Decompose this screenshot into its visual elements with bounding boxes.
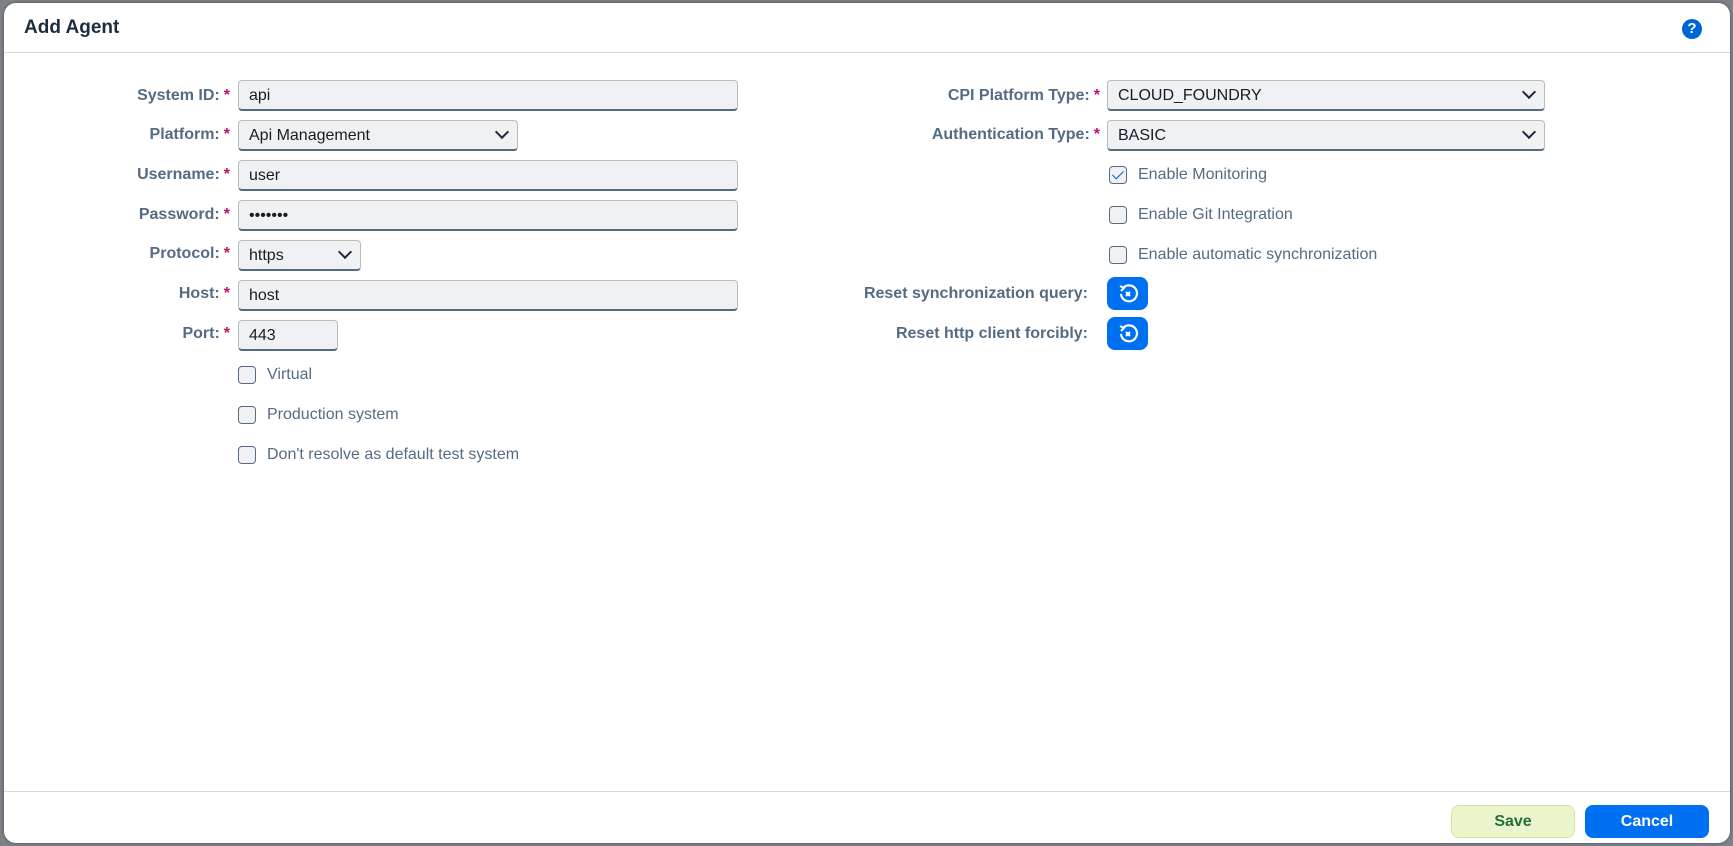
checkbox-icon [238,366,256,384]
port-label: Port: * [182,325,230,342]
checkbox-icon [1109,206,1127,224]
username-input[interactable]: user [238,160,738,191]
reset-http-client-label: Reset http client forcibly: [895,325,1088,342]
username-label: Username: * [137,166,230,183]
chevron-down-icon [337,244,353,260]
dialog-header: Add Agent ? [4,3,1730,53]
reset-icon [1119,283,1138,302]
chevron-down-icon [494,124,510,140]
virtual-checkbox[interactable]: Virtual [238,363,312,387]
cpi-platform-type-label: CPI Platform Type: * [947,87,1100,104]
chevron-down-icon [1521,124,1537,140]
system-id-input[interactable]: api [238,80,738,111]
checkbox-icon [1109,246,1127,264]
chevron-down-icon [1521,84,1537,100]
checkbox-icon [238,446,256,464]
checkbox-icon [238,406,256,424]
enable-git-integration-checkbox[interactable]: Enable Git Integration [1109,203,1293,227]
platform-select[interactable]: Api Management [238,120,518,151]
save-button[interactable]: Save [1451,805,1575,838]
enable-auto-sync-checkbox[interactable]: Enable automatic synchronization [1109,243,1377,267]
dialog-footer: Save Cancel [4,791,1730,843]
system-id-label: System ID: * [137,87,230,104]
enable-monitoring-checkbox[interactable]: Enable Monitoring [1109,163,1267,187]
platform-label: Platform: * [149,126,230,143]
reset-icon [1119,323,1138,342]
port-input[interactable]: 443 [238,320,338,351]
production-system-checkbox[interactable]: Production system [238,403,399,427]
reset-http-client-button[interactable] [1107,317,1148,350]
dont-resolve-default-test-checkbox[interactable]: Don't resolve as default test system [238,443,519,467]
cancel-button[interactable]: Cancel [1585,805,1709,838]
authentication-type-select[interactable]: BASIC [1107,120,1545,151]
host-label: Host: * [178,285,230,302]
reset-sync-query-button[interactable] [1107,277,1148,310]
cpi-platform-type-select[interactable]: CLOUD_FOUNDRY [1107,80,1545,111]
protocol-select[interactable]: https [238,240,361,271]
password-input[interactable]: ••••••• [238,200,738,231]
help-icon[interactable]: ? [1682,19,1702,39]
authentication-type-label: Authentication Type: * [931,126,1100,143]
protocol-label: Protocol: * [149,245,230,262]
host-input[interactable]: host [238,280,738,311]
add-agent-dialog: Add Agent ? System ID: * api Platform: * A… [4,3,1730,843]
reset-sync-query-label: Reset synchronization query: [863,285,1088,302]
dialog-title: Add Agent [24,17,120,38]
checkbox-checked-icon [1109,166,1127,184]
password-label: Password: * [138,206,230,223]
